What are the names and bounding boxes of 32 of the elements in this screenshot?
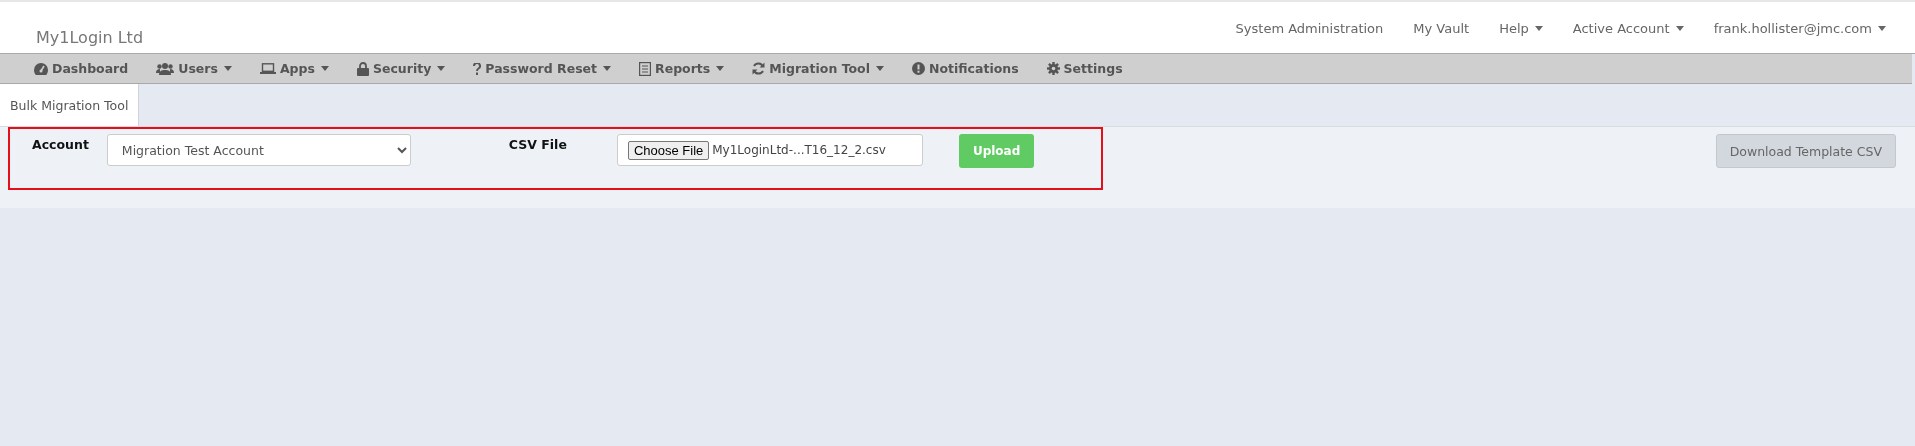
choose-file-button[interactable]: Choose File (627, 140, 710, 160)
users-icon (156, 62, 175, 75)
download-template-button[interactable]: Download Template CSV (1715, 134, 1896, 168)
exclamation-icon (912, 62, 925, 75)
nav-menu-item[interactable]: Notifications (912, 61, 1019, 76)
speedometer-icon (34, 62, 48, 75)
top-nav-link[interactable]: frank.hollister@jmc.com (1702, 19, 1897, 38)
nav-menu-item[interactable]: Reports (639, 61, 725, 76)
nav-menu-item[interactable]: Settings (1046, 61, 1123, 76)
file-name: My1LoginLtd-...T16_12_2.csv (712, 143, 886, 157)
field-label: CSV File (508, 136, 567, 152)
refresh-icon (752, 62, 766, 75)
top-nav-link[interactable]: My Vault (1402, 19, 1481, 38)
question-mark-icon (473, 62, 482, 75)
brand-name: My1Login Ltd (35, 27, 144, 49)
top-nav-link[interactable]: System Administration (1224, 19, 1395, 38)
nav-menu-item[interactable]: Dashboard (34, 61, 129, 76)
file-field[interactable]: Choose File My1LoginLtd-...T16_12_2.csv (616, 134, 923, 166)
nav-menu-item[interactable]: Security (356, 61, 446, 76)
nav-menu-item[interactable]: Apps (259, 61, 329, 76)
nav-menu-item[interactable]: Password Reset (473, 61, 612, 76)
nav-menu-item[interactable]: Migration Tool (752, 61, 884, 76)
lock-icon (356, 61, 369, 76)
list-icon (639, 61, 652, 76)
account-select[interactable]: Migration Test Account (106, 134, 411, 166)
top-nav-link[interactable]: Active Account (1561, 19, 1695, 38)
laptop-icon (259, 63, 276, 74)
nav-menu-item[interactable]: Users (156, 61, 232, 76)
tab[interactable]: Bulk Migration Tool (0, 84, 140, 126)
gear-icon (1046, 62, 1060, 75)
field-label: Account (32, 136, 89, 152)
top-nav-link[interactable]: Help (1488, 19, 1554, 38)
